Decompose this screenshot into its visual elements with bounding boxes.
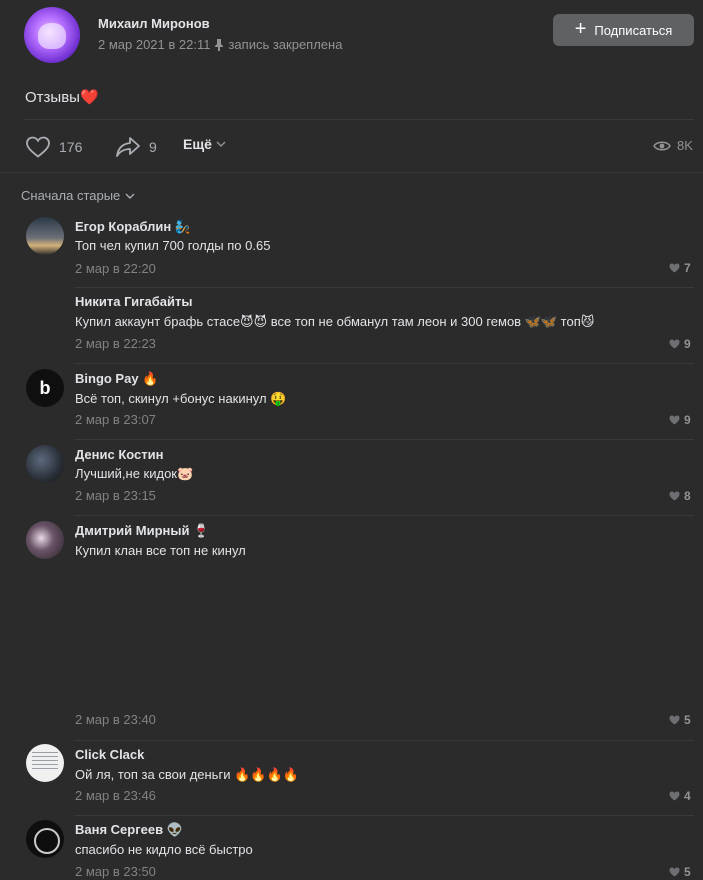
comment-item: Click Clack Ой ля, топ за свои деньги 🔥🔥… bbox=[0, 742, 703, 818]
comment-item: b Bingo Pay 🔥 Всё топ, скинул +бонус нак… bbox=[0, 367, 703, 443]
heart-icon bbox=[669, 263, 680, 273]
chevron-down-icon bbox=[216, 141, 226, 147]
commenter-name[interactable]: Никита Гигабайты bbox=[75, 294, 193, 309]
share-count: 9 bbox=[149, 139, 157, 155]
views-counter: 8K bbox=[653, 138, 693, 153]
pin-icon bbox=[214, 38, 224, 51]
comment-date[interactable]: 2 мар в 23:07 bbox=[75, 412, 156, 427]
commenter-name[interactable]: Дмитрий Мирный 🍷 bbox=[75, 523, 209, 539]
commenter-name[interactable]: Click Clack bbox=[75, 747, 144, 762]
bingo-logo-icon: b bbox=[39, 377, 51, 398]
post-header: Михаил Миронов 2 мар 2021 в 22:11 запись… bbox=[0, 0, 703, 78]
post-text-content: Отзывы bbox=[25, 89, 80, 106]
comment-date[interactable]: 2 мар в 23:46 bbox=[75, 788, 156, 803]
share-button[interactable]: 9 bbox=[115, 136, 157, 158]
actions-divider bbox=[0, 172, 703, 173]
commenter-avatar[interactable] bbox=[26, 445, 64, 483]
comment-item: Дмитрий Мирный 🍷 Купил клан все топ не к… bbox=[0, 519, 703, 742]
views-count: 8K bbox=[677, 138, 693, 153]
comment-item: Денис Костин Лучший,не кидок🐷 2 мар в 23… bbox=[0, 443, 703, 519]
comment-date[interactable]: 2 мар в 22:23 bbox=[75, 336, 156, 351]
comment-divider bbox=[75, 439, 694, 440]
commenter-avatar[interactable] bbox=[26, 521, 64, 559]
comment-divider bbox=[75, 363, 694, 364]
comment-like-button[interactable]: 7 bbox=[669, 261, 691, 275]
comment-date[interactable]: 2 мар в 22:20 bbox=[75, 261, 156, 276]
heart-icon bbox=[669, 491, 680, 501]
subscribe-button[interactable]: + Подписаться bbox=[553, 14, 694, 46]
heart-emoji-icon: ❤️ bbox=[79, 89, 99, 106]
heart-icon bbox=[669, 339, 680, 349]
post-text: Отзывы❤️ bbox=[25, 88, 99, 106]
comment-text: Лучший,не кидок🐷 bbox=[75, 466, 194, 481]
comment-like-button[interactable]: 9 bbox=[669, 337, 691, 351]
comment-text: Топ чел купил 700 голды по 0.65 bbox=[75, 238, 271, 253]
comment-item: Ваня Сергеев 👽 спасибо не кидло всё быст… bbox=[0, 818, 703, 880]
more-label: Ещё bbox=[183, 136, 212, 152]
author-avatar[interactable] bbox=[24, 7, 80, 63]
comment-text: Ой ля, топ за свои деньги 🔥🔥🔥🔥 bbox=[75, 767, 299, 782]
author-name[interactable]: Михаил Миронов bbox=[98, 16, 210, 31]
commenter-name[interactable]: Егор Кораблин 🧞 bbox=[75, 219, 191, 235]
comment-text: Всё топ, скинул +бонус накинул 🤑 bbox=[75, 391, 287, 406]
heart-icon bbox=[669, 715, 680, 725]
subscribe-label: Подписаться bbox=[594, 22, 673, 38]
post-date[interactable]: 2 мар 2021 в 22:11 bbox=[98, 37, 210, 52]
post-actions: 176 9 Ещё 8K bbox=[0, 120, 703, 172]
commenter-avatar[interactable] bbox=[26, 820, 64, 858]
comment-divider bbox=[75, 287, 694, 288]
pinned-label: запись закреплена bbox=[228, 37, 343, 52]
like-count: 176 bbox=[59, 139, 83, 155]
comment-divider bbox=[75, 740, 694, 741]
commenter-avatar[interactable] bbox=[26, 217, 64, 255]
commenter-avatar[interactable]: b bbox=[26, 369, 64, 407]
comment-like-button[interactable]: 8 bbox=[669, 489, 691, 503]
like-button[interactable]: 176 bbox=[25, 136, 82, 158]
commenter-avatar[interactable] bbox=[26, 744, 64, 782]
post-meta: 2 мар 2021 в 22:11 запись закреплена bbox=[98, 37, 342, 52]
commenter-name[interactable]: Bingo Pay 🔥 bbox=[75, 371, 158, 387]
heart-icon bbox=[669, 415, 680, 425]
commenter-name[interactable]: Денис Костин bbox=[75, 447, 163, 462]
commenter-name[interactable]: Ваня Сергеев 👽 bbox=[75, 822, 183, 838]
heart-icon bbox=[669, 867, 680, 877]
share-icon bbox=[116, 137, 140, 157]
comment-item: Никита Гигабайты Купил аккаунт брафь ста… bbox=[0, 291, 703, 367]
comment-like-button[interactable]: 5 bbox=[669, 713, 691, 727]
comment-text: Купил клан все топ не кинул bbox=[75, 543, 246, 558]
chevron-down-icon bbox=[125, 193, 135, 199]
comment-text: Купил аккаунт брафь стасе😈😈 все топ не о… bbox=[75, 314, 595, 329]
eye-icon bbox=[653, 141, 671, 150]
more-button[interactable]: Ещё bbox=[183, 136, 226, 152]
comment-date[interactable]: 2 мар в 23:50 bbox=[75, 864, 156, 879]
sort-dropdown[interactable]: Сначала старые bbox=[21, 188, 135, 203]
plus-icon: + bbox=[574, 18, 587, 40]
sort-label: Сначала старые bbox=[21, 188, 121, 203]
comment-divider bbox=[75, 515, 694, 516]
comment-date[interactable]: 2 мар в 23:40 bbox=[75, 712, 156, 727]
comment-like-button[interactable]: 5 bbox=[669, 865, 691, 879]
comment-text: спасибо не кидло всё быстро bbox=[75, 842, 253, 857]
comment-item: Егор Кораблин 🧞 Топ чел купил 700 голды … bbox=[0, 215, 703, 290]
comment-like-button[interactable]: 9 bbox=[669, 413, 691, 427]
comment-like-button[interactable]: 4 bbox=[669, 789, 691, 803]
comment-date[interactable]: 2 мар в 23:15 bbox=[75, 488, 156, 503]
heart-icon bbox=[26, 136, 50, 158]
comment-divider bbox=[75, 815, 694, 816]
heart-icon bbox=[669, 791, 680, 801]
